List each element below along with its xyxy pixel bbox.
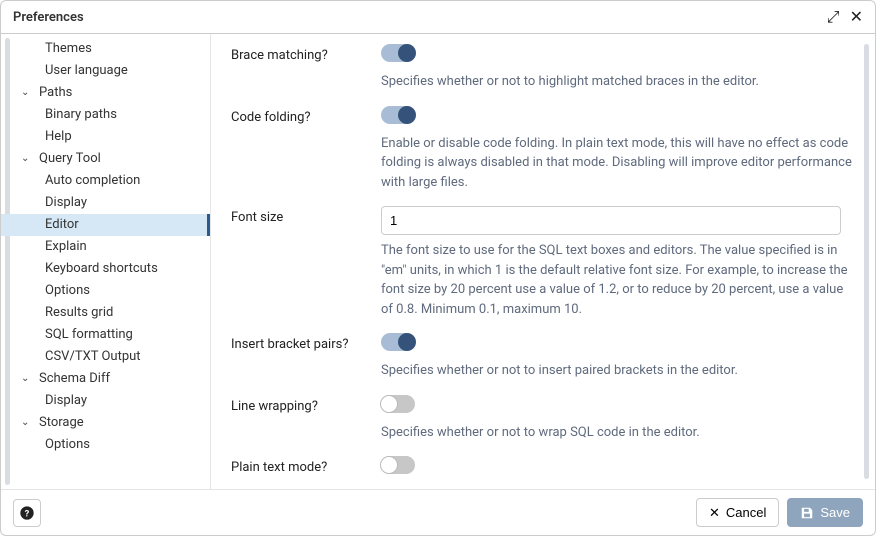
nav-item-label: Storage [35, 412, 88, 434]
setting-control: The font size to use for the SQL text bo… [381, 206, 855, 319]
close-icon: ✕ [709, 506, 720, 519]
nav-item-label: CSV/TXT Output [41, 346, 145, 368]
setting-label: Insert bracket pairs? [231, 333, 381, 352]
nav-item-label: Display [41, 192, 91, 214]
setting-description: Specifies whether or not to highlight ma… [381, 72, 855, 92]
nav-item-schema-diff[interactable]: ⌄Schema Diff [1, 368, 210, 390]
setting-control: Specifies whether or not to insert paire… [381, 333, 855, 381]
setting-row-brace: Brace matching?Specifies whether or not … [231, 44, 855, 92]
nav-item-label: Schema Diff [35, 368, 114, 390]
toggle-knob [380, 395, 398, 413]
setting-control: Specifies whether or not to wrap SQL cod… [381, 395, 855, 443]
setting-label: Brace matching? [231, 44, 381, 63]
nav-tree: ThemesUser language⌄PathsBinary pathsHel… [1, 38, 210, 456]
nav-item-keyboard-shortcuts[interactable]: Keyboard shortcuts [1, 258, 210, 280]
setting-label: Line wrapping? [231, 395, 381, 414]
chevron-down-icon[interactable]: ⌄ [21, 148, 35, 170]
nav-item-paths[interactable]: ⌄Paths [1, 82, 210, 104]
footer-actions: ✕ Cancel Save [696, 498, 863, 527]
setting-description: Specifies whether or not to insert paire… [381, 361, 855, 381]
setting-label: Code folding? [231, 106, 381, 125]
titlebar: Preferences ⤢ ✕ [1, 1, 875, 34]
toggle-wrap[interactable] [381, 395, 415, 413]
save-label: Save [820, 505, 850, 520]
nav-item-storage[interactable]: ⌄Storage [1, 412, 210, 434]
nav-item-query-tool[interactable]: ⌄Query Tool [1, 148, 210, 170]
setting-description: Enable or disable code folding. In plain… [381, 134, 855, 193]
toggle-brace[interactable] [381, 44, 415, 62]
toggle-fold[interactable] [381, 106, 415, 124]
nav-item-display[interactable]: Display [1, 192, 210, 214]
save-button[interactable]: Save [787, 498, 863, 527]
nav-item-label: Explain [41, 236, 91, 258]
nav-item-label: Display [41, 390, 91, 412]
nav-item-explain[interactable]: Explain [1, 236, 210, 258]
setting-row-wrap: Line wrapping?Specifies whether or not t… [231, 395, 855, 443]
nav-item-label: Help [41, 126, 76, 148]
setting-description: Specifies whether or not to wrap SQL cod… [381, 423, 855, 443]
toggle-plain[interactable] [381, 456, 415, 474]
nav-item-themes[interactable]: Themes [1, 38, 210, 60]
input-font[interactable] [381, 206, 841, 235]
preferences-dialog: Preferences ⤢ ✕ ThemesUser language⌄Path… [0, 0, 876, 536]
setting-row-fold: Code folding?Enable or disable code fold… [231, 106, 855, 193]
chevron-down-icon[interactable]: ⌄ [21, 412, 35, 434]
setting-control: Enable or disable code folding. In plain… [381, 106, 855, 193]
sidebar[interactable]: ThemesUser language⌄PathsBinary pathsHel… [1, 34, 211, 489]
nav-item-label: Results grid [41, 302, 117, 324]
toggle-bracket[interactable] [381, 333, 415, 351]
nav-item-display[interactable]: Display [1, 390, 210, 412]
nav-item-label: Keyboard shortcuts [41, 258, 162, 280]
dialog-body: ThemesUser language⌄PathsBinary pathsHel… [1, 34, 875, 489]
setting-row-plain: Plain text mode? [231, 456, 855, 478]
help-button[interactable]: ? [13, 499, 41, 527]
toggle-knob [380, 456, 398, 474]
setting-control [381, 456, 855, 478]
nav-item-label: Paths [35, 82, 76, 104]
nav-item-help[interactable]: Help [1, 126, 210, 148]
help-icon: ? [19, 505, 35, 521]
nav-item-label: SQL formatting [41, 324, 137, 346]
toggle-knob [398, 44, 416, 62]
setting-row-font: Font sizeThe font size to use for the SQ… [231, 206, 855, 319]
nav-item-options[interactable]: Options [1, 434, 210, 456]
setting-description: The font size to use for the SQL text bo… [381, 241, 855, 319]
nav-item-label: Binary paths [41, 104, 121, 126]
nav-item-label: Editor [41, 214, 83, 236]
setting-label: Plain text mode? [231, 456, 381, 475]
cancel-label: Cancel [726, 505, 766, 520]
close-icon[interactable]: ✕ [850, 9, 863, 25]
nav-item-label: User language [41, 60, 132, 82]
nav-item-results-grid[interactable]: Results grid [1, 302, 210, 324]
toggle-knob [398, 333, 416, 351]
expand-icon[interactable]: ⤢ [827, 9, 840, 25]
footer: ? ✕ Cancel Save [1, 489, 875, 535]
settings-list: Brace matching?Specifies whether or not … [231, 44, 855, 478]
chevron-down-icon[interactable]: ⌄ [21, 368, 35, 390]
content-pane[interactable]: Brace matching?Specifies whether or not … [211, 34, 875, 489]
nav-item-label: Themes [41, 38, 96, 60]
nav-item-auto-completion[interactable]: Auto completion [1, 170, 210, 192]
chevron-down-icon[interactable]: ⌄ [21, 82, 35, 104]
svg-text:?: ? [25, 508, 30, 519]
nav-item-label: Auto completion [41, 170, 144, 192]
nav-item-label: Query Tool [35, 148, 105, 170]
save-icon [800, 506, 814, 520]
nav-item-label: Options [41, 434, 94, 456]
cancel-button[interactable]: ✕ Cancel [696, 498, 779, 527]
nav-item-label: Options [41, 280, 94, 302]
nav-item-csv-txt-output[interactable]: CSV/TXT Output [1, 346, 210, 368]
nav-item-binary-paths[interactable]: Binary paths [1, 104, 210, 126]
nav-item-user-language[interactable]: User language [1, 60, 210, 82]
nav-item-options[interactable]: Options [1, 280, 210, 302]
setting-label: Font size [231, 206, 381, 225]
nav-item-sql-formatting[interactable]: SQL formatting [1, 324, 210, 346]
dialog-title: Preferences [13, 10, 84, 25]
nav-item-editor[interactable]: Editor [1, 214, 210, 236]
setting-control: Specifies whether or not to highlight ma… [381, 44, 855, 92]
setting-row-bracket: Insert bracket pairs?Specifies whether o… [231, 333, 855, 381]
toggle-knob [398, 106, 416, 124]
titlebar-controls: ⤢ ✕ [827, 9, 863, 25]
